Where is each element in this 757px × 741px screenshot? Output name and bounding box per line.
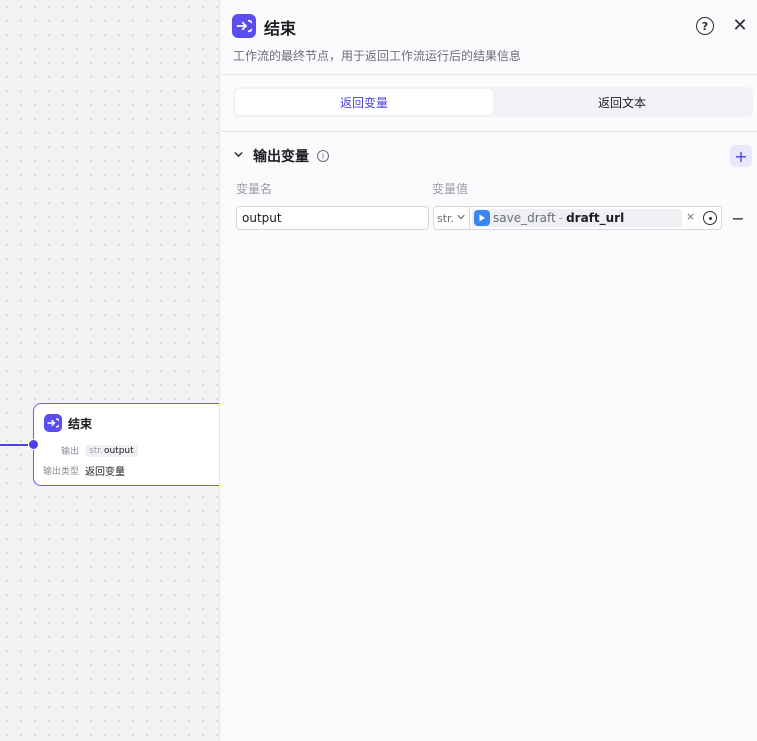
end-node-output-type: str.	[89, 445, 103, 456]
incoming-edge	[0, 444, 30, 446]
end-node-type-value: 返回变量	[85, 467, 125, 478]
end-node-output-value: output	[103, 445, 134, 456]
close-icon[interactable]: ✕	[730, 15, 750, 36]
end-node-input-port[interactable]	[28, 439, 39, 450]
panel-header: 结束 工作流的最终节点，用于返回工作流运行后的结果信息 ? ✕	[220, 0, 757, 75]
tab-return-text[interactable]: 返回文本	[493, 89, 751, 115]
remove-variable-button[interactable]: −	[730, 208, 746, 228]
output-variables-title: 输出变量	[253, 149, 309, 165]
end-node-output-key: 输出	[60, 447, 79, 457]
variable-reference-tag[interactable]: save_draft - draft_url	[472, 209, 682, 227]
end-node-type-row: 输出类型 返回变量	[42, 463, 125, 478]
help-icon[interactable]: ?	[696, 17, 714, 35]
chevron-down-icon[interactable]	[233, 149, 245, 163]
tab-return-variables[interactable]: 返回变量	[235, 89, 493, 115]
chevron-down-icon	[456, 212, 466, 225]
target-icon[interactable]	[703, 211, 717, 225]
plugin-node-icon	[474, 210, 490, 226]
workflow-canvas[interactable]: 结束 输出 str.output 输出类型 返回变量	[0, 0, 219, 741]
panel-title: 结束	[264, 19, 297, 38]
tabs-container: 返回变量 返回文本	[220, 75, 757, 132]
end-node-icon	[44, 414, 62, 432]
output-variables-header[interactable]: 输出变量 i	[233, 146, 329, 166]
add-variable-button[interactable]: +	[730, 145, 752, 167]
end-node-type-key: 输出类型	[42, 467, 79, 477]
end-node-title: 结束	[68, 416, 93, 431]
column-header-name: 变量名	[236, 182, 273, 196]
end-node-icon	[232, 14, 256, 38]
output-mode-tabs: 返回变量 返回文本	[233, 87, 753, 117]
reference-separator: -	[558, 211, 564, 225]
end-node-output-chip: str.output	[85, 444, 138, 457]
end-node-header: 结束	[44, 414, 92, 432]
info-icon[interactable]: i	[317, 150, 329, 162]
panel-description: 工作流的最终节点，用于返回工作流运行后的结果信息	[233, 49, 522, 63]
node-config-panel: 结束 工作流的最终节点，用于返回工作流运行后的结果信息 ? ✕ 返回变量 返回文…	[219, 0, 757, 741]
end-node-card[interactable]: 结束 输出 str.output 输出类型 返回变量	[33, 403, 219, 486]
reference-node-name: save_draft	[493, 211, 556, 225]
reference-variable-name: draft_url	[566, 211, 625, 225]
end-node-output-row: 输出 str.output	[42, 444, 138, 457]
clear-reference-icon[interactable]: ×	[686, 210, 695, 223]
column-header-value: 变量值	[432, 182, 469, 196]
variable-name-input[interactable]	[236, 206, 429, 230]
variable-type-value: str.	[437, 211, 455, 225]
variable-type-select[interactable]: str.	[433, 206, 470, 230]
variable-value-field[interactable]: save_draft - draft_url ×	[470, 206, 722, 230]
